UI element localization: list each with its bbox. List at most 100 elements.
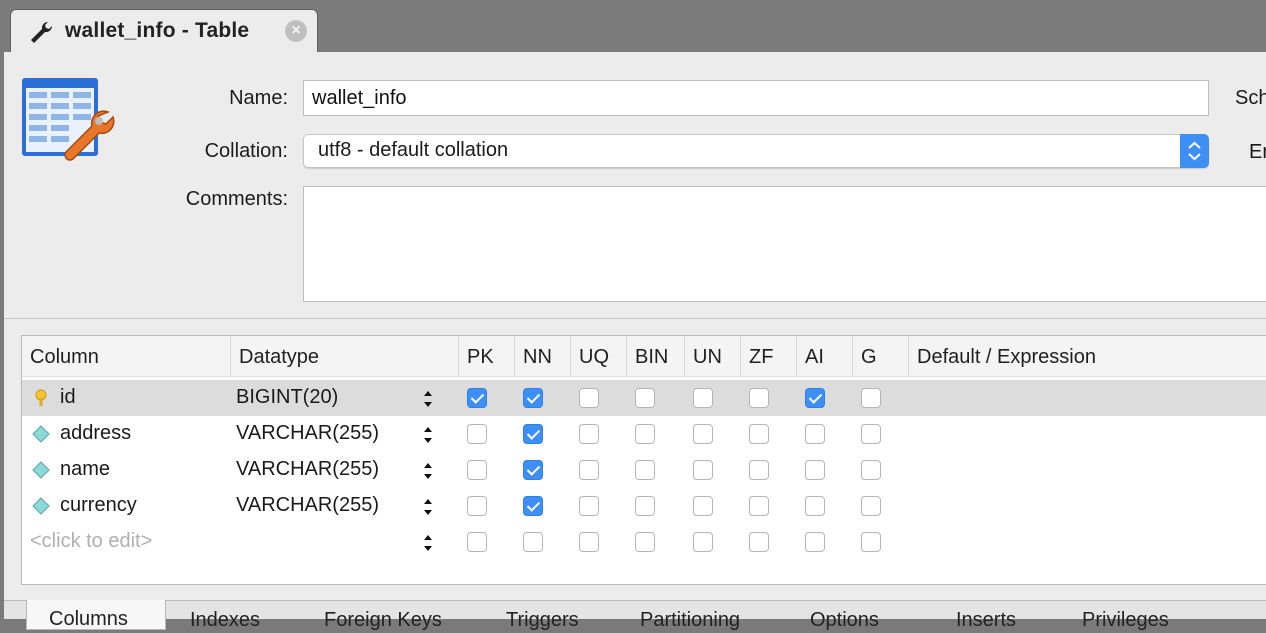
- tab-inserts[interactable]: Inserts: [956, 601, 1016, 633]
- pk-checkbox[interactable]: [467, 460, 487, 480]
- divider: [4, 318, 1266, 319]
- g-checkbox[interactable]: [861, 460, 881, 480]
- g-checkbox[interactable]: [861, 532, 881, 552]
- columns-grid[interactable]: Column Datatype PK NN UQ BIN UN ZF AI G …: [21, 335, 1266, 585]
- zf-checkbox[interactable]: [749, 388, 769, 408]
- table-row[interactable]: id BIGINT(20): [22, 380, 1266, 416]
- pk-checkbox[interactable]: [467, 424, 487, 444]
- tab-columns[interactable]: Columns: [26, 600, 166, 630]
- ai-checkbox[interactable]: [805, 388, 825, 408]
- datatype-cell[interactable]: VARCHAR(255): [236, 494, 379, 517]
- header-bin[interactable]: BIN: [626, 336, 684, 376]
- datatype-stepper-icon[interactable]: [422, 388, 434, 410]
- tab-triggers[interactable]: Triggers: [506, 601, 579, 633]
- bin-checkbox[interactable]: [635, 424, 655, 444]
- header-ai[interactable]: AI: [796, 336, 852, 376]
- uq-checkbox[interactable]: [579, 460, 599, 480]
- un-checkbox[interactable]: [693, 424, 713, 444]
- header-zf[interactable]: ZF: [740, 336, 796, 376]
- comments-label: Comments:: [185, 188, 288, 210]
- column-name-cell[interactable]: address: [60, 422, 131, 445]
- zf-checkbox[interactable]: [749, 532, 769, 552]
- g-checkbox[interactable]: [861, 388, 881, 408]
- g-checkbox[interactable]: [861, 424, 881, 444]
- zf-checkbox[interactable]: [749, 496, 769, 516]
- uq-checkbox[interactable]: [579, 532, 599, 552]
- pk-checkbox[interactable]: [467, 388, 487, 408]
- header-nn[interactable]: NN: [514, 336, 570, 376]
- wrench-icon: [31, 21, 53, 43]
- datatype-stepper-icon[interactable]: [422, 460, 434, 482]
- header-un[interactable]: UN: [684, 336, 740, 376]
- tab-wallet-info-table[interactable]: wallet_info - Table ×: [10, 9, 318, 52]
- zf-checkbox[interactable]: [749, 460, 769, 480]
- tab-indexes[interactable]: Indexes: [190, 601, 260, 633]
- collation-select[interactable]: utf8 - default collation: [303, 134, 1209, 168]
- ai-checkbox[interactable]: [805, 460, 825, 480]
- table-name-input[interactable]: [303, 80, 1209, 116]
- datatype-cell[interactable]: VARCHAR(255): [236, 422, 379, 445]
- grid-header: Column Datatype PK NN UQ BIN UN ZF AI G …: [22, 336, 1266, 377]
- table-row[interactable]: currency VARCHAR(255): [22, 488, 1266, 524]
- header-pk[interactable]: PK: [458, 336, 514, 376]
- header-default-expression[interactable]: Default / Expression: [908, 336, 1266, 376]
- diamond-icon: [32, 497, 50, 515]
- editor-tabs: Columns Indexes Foreign Keys Triggers Pa…: [4, 600, 1266, 631]
- name-label: Name:: [229, 87, 288, 109]
- pk-checkbox[interactable]: [467, 532, 487, 552]
- uq-checkbox[interactable]: [579, 496, 599, 516]
- tab-options[interactable]: Options: [810, 601, 879, 633]
- bin-checkbox[interactable]: [635, 388, 655, 408]
- header-g[interactable]: G: [852, 336, 908, 376]
- uq-checkbox[interactable]: [579, 388, 599, 408]
- table-editor-panel: Name: Collation: utf8 - default collatio…: [4, 52, 1266, 631]
- bin-checkbox[interactable]: [635, 460, 655, 480]
- nn-checkbox[interactable]: [523, 388, 543, 408]
- un-checkbox[interactable]: [693, 532, 713, 552]
- datatype-stepper-icon[interactable]: [422, 424, 434, 446]
- table-row[interactable]: address VARCHAR(255): [22, 416, 1266, 452]
- tab-foreign-keys[interactable]: Foreign Keys: [324, 601, 442, 633]
- zf-checkbox[interactable]: [749, 424, 769, 444]
- select-arrows-icon[interactable]: [1180, 134, 1209, 168]
- bin-checkbox[interactable]: [635, 496, 655, 516]
- uq-checkbox[interactable]: [579, 424, 599, 444]
- schema-label: Sch: [1235, 87, 1266, 109]
- un-checkbox[interactable]: [693, 496, 713, 516]
- tab-privileges[interactable]: Privileges: [1082, 601, 1169, 633]
- header-datatype[interactable]: Datatype: [230, 336, 458, 376]
- close-tab-icon[interactable]: ×: [285, 20, 307, 42]
- datatype-cell[interactable]: VARCHAR(255): [236, 458, 379, 481]
- nn-checkbox[interactable]: [523, 424, 543, 444]
- datatype-stepper-icon[interactable]: [422, 496, 434, 518]
- g-checkbox[interactable]: [861, 496, 881, 516]
- diamond-icon: [32, 461, 50, 479]
- column-name-cell[interactable]: name: [60, 458, 110, 481]
- header-uq[interactable]: UQ: [570, 336, 626, 376]
- column-name-cell[interactable]: currency: [60, 494, 137, 517]
- comments-textarea[interactable]: [303, 186, 1266, 302]
- ai-checkbox[interactable]: [805, 532, 825, 552]
- header-column[interactable]: Column: [22, 336, 230, 376]
- column-name-cell[interactable]: <click to edit>: [30, 530, 152, 553]
- tab-strip: wallet_info - Table ×: [0, 0, 1266, 52]
- tab-partitioning[interactable]: Partitioning: [640, 601, 740, 633]
- table-row[interactable]: <click to edit>: [22, 524, 1266, 560]
- column-name-cell[interactable]: id: [60, 386, 76, 409]
- datatype-stepper-icon[interactable]: [422, 532, 434, 554]
- ai-checkbox[interactable]: [805, 496, 825, 516]
- un-checkbox[interactable]: [693, 388, 713, 408]
- ai-checkbox[interactable]: [805, 424, 825, 444]
- nn-checkbox[interactable]: [523, 496, 543, 516]
- pk-checkbox[interactable]: [467, 496, 487, 516]
- datatype-cell[interactable]: BIGINT(20): [236, 386, 338, 409]
- collation-label: Collation:: [204, 140, 288, 162]
- table-row[interactable]: name VARCHAR(255): [22, 452, 1266, 488]
- nn-checkbox[interactable]: [523, 460, 543, 480]
- key-icon: [35, 389, 47, 406]
- bin-checkbox[interactable]: [635, 532, 655, 552]
- nn-checkbox[interactable]: [523, 532, 543, 552]
- tab-title: wallet_info - Table: [65, 19, 250, 42]
- un-checkbox[interactable]: [693, 460, 713, 480]
- tab-columns-label: Columns: [49, 608, 128, 630]
